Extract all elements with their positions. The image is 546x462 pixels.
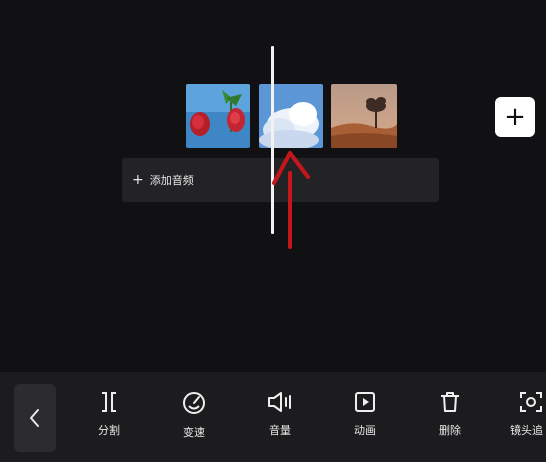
clip-thumbnail-tree: [331, 84, 397, 148]
annotation-arrow-icon: [272, 151, 310, 249]
chevron-left-icon: [30, 409, 39, 427]
timeline-area: + 添加音频 +: [0, 0, 546, 372]
tool-delete[interactable]: 删除: [422, 390, 478, 438]
video-clip-tree-sunset[interactable]: [331, 84, 397, 148]
delete-icon: [441, 392, 459, 412]
video-clip-roses[interactable]: [186, 84, 250, 148]
video-clip-clouds[interactable]: [259, 84, 323, 148]
tool-animation[interactable]: 动画: [337, 390, 393, 438]
volume-icon: [268, 392, 291, 412]
tool-label: 音量: [269, 424, 291, 437]
tool-volume[interactable]: 音量: [252, 390, 308, 438]
clip-thumbnail-roses: [186, 84, 250, 148]
tool-label: 动画: [354, 424, 376, 437]
tool-split[interactable]: 分割: [81, 390, 137, 438]
tool-speed[interactable]: 变速: [166, 390, 222, 440]
split-icon: [102, 392, 116, 412]
tool-camera-track[interactable]: 镜头追: [500, 390, 546, 438]
tool-label: 变速: [183, 426, 205, 439]
speed-icon: [183, 392, 205, 414]
tool-label: 镜头追: [510, 424, 543, 437]
back-button[interactable]: [14, 384, 56, 452]
tool-label: 删除: [439, 424, 461, 437]
plus-icon: +: [132, 172, 144, 188]
camera-track-icon: [520, 392, 542, 412]
add-clip-button[interactable]: +: [495, 97, 535, 137]
add-audio-label: 添加音频: [149, 174, 194, 187]
plus-icon: +: [504, 102, 526, 132]
clip-thumbnail-clouds: [259, 84, 323, 148]
bottom-toolbar: 分割 变速 音量 动画 删除 镜头追: [0, 372, 546, 462]
animation-icon: [355, 392, 375, 412]
tool-label: 分割: [98, 424, 120, 437]
